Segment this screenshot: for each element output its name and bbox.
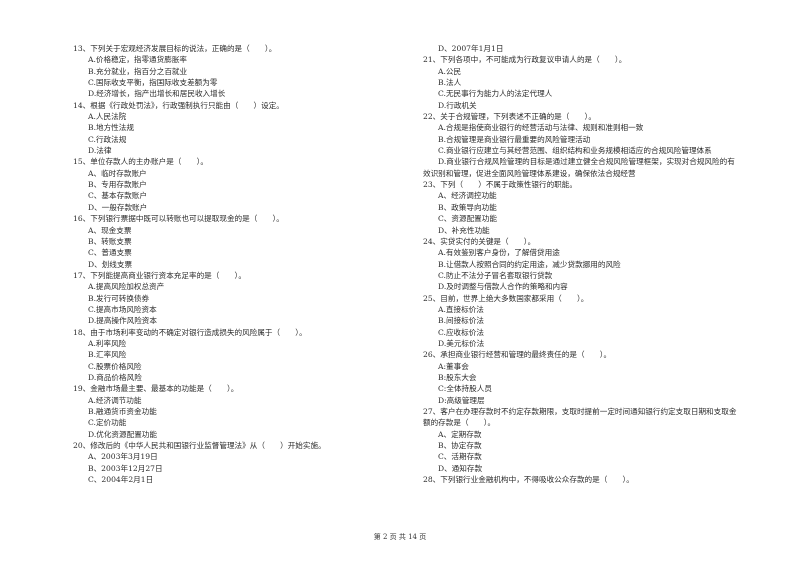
question-option: B.发行可转换债券 — [88, 293, 150, 303]
question-option: C.提高市场风险资本 — [88, 304, 157, 314]
question-option: A.价格稳定，指零通货膨胀率 — [88, 55, 188, 65]
question-option: B、2003年12月27日 — [88, 463, 163, 473]
question-stem: 13、下列关于宏观经济发展目标的说法，正确的是（ ）。 — [73, 44, 277, 53]
question-option: D.提高操作风险资本 — [88, 316, 157, 326]
question-option: C.无民事行为能力人的法定代理人 — [438, 89, 553, 99]
question-stem: 16、下列银行票据中既可以转账也可以提取现金的是（ ）。 — [73, 214, 284, 224]
right-column: D、2007年1月1日 21、下列各项中，不可能成为行政复议申请人的是（ ）。 A… — [423, 43, 768, 485]
question-option: C.应收标价法 — [438, 327, 484, 337]
question-option: C.定价功能 — [88, 418, 127, 428]
question-option: C、基本存款账户 — [88, 191, 147, 201]
question-stem: 15、单位存款人的主办账户是（ ）。 — [73, 157, 208, 167]
question-stem: 28、下列银行业金融机构中，不得吸收公众存款的是（ ）。 — [423, 475, 634, 485]
question-stem: 20、修改后的《中华人民共和国银行业监督管理法》从（ ）开始实施。 — [73, 441, 326, 451]
question-option: B:股东大会 — [438, 372, 477, 382]
question-option: D、补充性功能 — [438, 225, 490, 235]
question-option: C.商业银行应建立与其经营范围、组织结构和业务规模相适应的合规风险管理体系 — [438, 146, 712, 156]
question-option: D、划线支票 — [88, 259, 133, 269]
question-option: D、一般存款账户 — [88, 202, 148, 212]
question-stem: 24、实贷实付的关键是（ ）。 — [423, 236, 536, 246]
question-option: A.人民法院 — [88, 112, 127, 122]
question-stem: 25、目前，世界上绝大多数国家都采用（ ）。 — [423, 293, 589, 303]
question-option: A.有效鉴别客户身份，了解借贷用途 — [438, 248, 560, 258]
exam-page: 13、下列关于宏观经济发展目标的说法，正确的是（ ）。 A.价格稳定，指零通货膨胀… — [0, 0, 800, 565]
question-option: D.商业银行合规风险管理的目标是通过建立健全合规风险管理框架，实现对合规风险的有 — [438, 157, 735, 167]
question-option: A、经济调控功能 — [438, 191, 497, 201]
question-option: D:高级管理层 — [438, 395, 485, 405]
option-continuation: 效识别和管理，促进全面风险管理体系建设，确保依法合规经营 — [423, 168, 636, 178]
question-option: B.融通货币资金功能 — [88, 407, 157, 416]
question-option: D.优化资源配置功能 — [88, 429, 157, 439]
question-stem: 14、根据《行政处罚法》，行政强制执行只能由（ ）设定。 — [73, 100, 284, 110]
question-option: C、资源配置功能 — [438, 214, 497, 224]
question-option: A:董事会 — [438, 361, 469, 371]
question-stem: 17、下列能提高商业银行资本充足率的是（ ）。 — [73, 270, 246, 280]
question-option: D.及时调整与借款人合作的策略和内容 — [438, 282, 568, 292]
question-option: A.直接标价法 — [438, 304, 484, 314]
question-option: B.法人 — [438, 78, 462, 88]
question-option: B、专用存款账户 — [88, 180, 147, 190]
question-stem: 21、下列各项中，不可能成为行政复议申请人的是（ ）。 — [423, 55, 627, 65]
question-stem: 19、金融市场最主要、最基本的功能是（ ）。 — [73, 384, 239, 394]
question-option: A.提高风险加权总资产 — [88, 282, 165, 292]
question-option: B、协定存款 — [438, 441, 482, 451]
question-option: A.经济调节功能 — [88, 395, 142, 405]
question-option: B.间接标价法 — [438, 316, 484, 326]
question-option: C.国际收支平衡，指国际收支差额为零 — [88, 78, 218, 88]
question-stem: 23、下列（ ）不属于政策性银行的职能。 — [423, 180, 577, 190]
question-option: C、活期存款 — [438, 452, 482, 462]
question-option: B.汇率风险 — [88, 350, 127, 360]
question-option: A、现金支票 — [88, 225, 132, 235]
question-stem-continuation: 额的存款是（ ）。 — [423, 418, 496, 428]
question-option: A.合规是指使商业银行的经营活动与法律、规则和准则相一致 — [438, 123, 644, 133]
question-option: C.股票价格风险 — [88, 361, 142, 371]
question-option: D.法律 — [88, 146, 112, 156]
question-option: B、政策导向功能 — [438, 202, 497, 212]
question-option: A、2003年3月19日 — [88, 452, 158, 462]
left-column: 13、下列关于宏观经济发展目标的说法，正确的是（ ）。 A.价格稳定，指零通货膨胀… — [73, 43, 403, 485]
question-option: D、2007年1月1日 — [438, 44, 504, 53]
question-option: B、转账支票 — [88, 236, 132, 246]
question-option: D.经济增长，指产出增长和居民收入增长 — [88, 89, 226, 99]
question-option: B.合规管理是商业银行最重要的风险管理活动 — [438, 134, 591, 144]
question-option: C、2004年2月1日 — [88, 475, 154, 485]
question-option: C、普通支票 — [88, 248, 132, 258]
question-stem: 27、客户在办理存款时不约定存款期限，支取时提前一定时间通知银行约定支取日期和支… — [423, 407, 737, 416]
question-option: B.让借款人按照合同的约定用途，减少贷款挪用的风险 — [438, 259, 621, 269]
page-number: 第 2 页 共 14 页 — [373, 533, 427, 541]
question-option: B.地方性法规 — [88, 123, 134, 133]
question-option: A、临时存款账户 — [88, 168, 147, 178]
question-stem: 26、承担商业银行经营和管理的最终责任的是（ ）。 — [423, 350, 612, 360]
question-option: D.美元标价法 — [438, 338, 485, 348]
question-option: A、定期存款 — [438, 429, 482, 439]
question-option: B.充分就业，指百分之百就业 — [88, 66, 188, 76]
question-option: C:全体持股人员 — [438, 384, 492, 394]
question-option: A.公民 — [438, 66, 462, 76]
question-stem: 18、由于市场利率变动的不确定对银行造成损失的风险属于（ ）。 — [73, 327, 307, 337]
question-option: D.行政机关 — [438, 100, 477, 110]
question-option: D.商品价格风险 — [88, 372, 142, 382]
question-option: C.行政法规 — [88, 134, 127, 144]
question-option: D、通知存款 — [438, 463, 483, 473]
question-option: A.利率风险 — [88, 338, 127, 348]
question-option: C.防止不法分子冒名套取银行贷款 — [438, 270, 553, 280]
question-stem: 22、关于合规管理，下列表述不正确的是（ ）。 — [423, 112, 596, 122]
